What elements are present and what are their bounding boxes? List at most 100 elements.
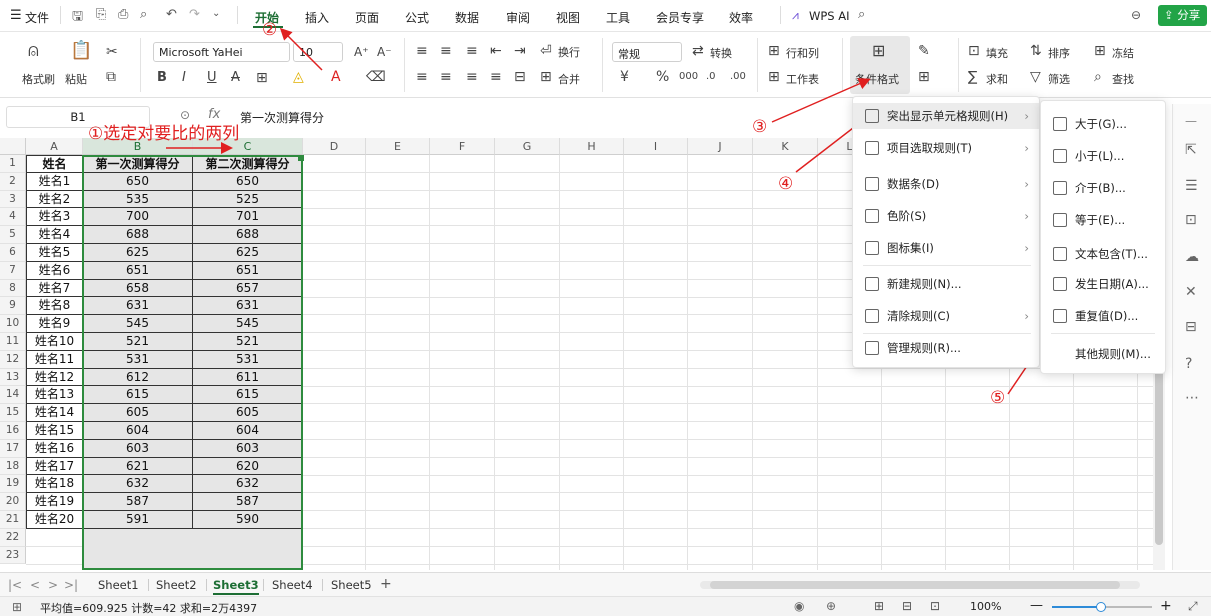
first-sheet-icon[interactable]: |< bbox=[8, 578, 22, 592]
align-right-icon[interactable]: ≡ bbox=[466, 70, 478, 84]
page-break-icon[interactable]: ⊡ bbox=[930, 599, 940, 613]
row-header[interactable]: 21 bbox=[0, 511, 26, 529]
italic-icon[interactable]: I bbox=[182, 71, 186, 85]
highlight-rule-item-2[interactable]: 介于(B)... bbox=[1041, 175, 1165, 201]
menu-tab-2[interactable]: 页面 bbox=[355, 9, 379, 26]
name-cell[interactable]: 姓名15 bbox=[26, 422, 83, 440]
score-cell[interactable]: 650 bbox=[83, 172, 193, 191]
highlight-rule-item-5[interactable]: 发生日期(A)... bbox=[1041, 271, 1165, 297]
column-header-J[interactable]: J bbox=[688, 138, 753, 155]
score-cell[interactable]: 591 bbox=[83, 511, 193, 529]
score-cell[interactable]: 651 bbox=[83, 261, 193, 280]
score-cell[interactable]: 525 bbox=[193, 190, 303, 209]
name-cell[interactable]: 姓名13 bbox=[26, 386, 83, 405]
row-header[interactable]: 16 bbox=[0, 422, 26, 440]
score-cell[interactable]: 587 bbox=[193, 493, 303, 511]
undo-icon[interactable]: ↶ bbox=[166, 7, 177, 22]
name-cell[interactable]: 姓名1 bbox=[26, 172, 83, 191]
name-cell[interactable]: 姓名10 bbox=[26, 333, 83, 351]
h-scrollbar-thumb[interactable] bbox=[710, 581, 1120, 589]
name-cell[interactable]: 姓名9 bbox=[26, 315, 83, 333]
fill-color-icon[interactable]: ◬ bbox=[293, 70, 304, 84]
font-name-select[interactable]: Microsoft YaHei bbox=[153, 42, 290, 62]
row-header[interactable]: 2 bbox=[0, 172, 26, 191]
name-cell[interactable]: 姓名5 bbox=[26, 244, 83, 262]
cond-menu-item-0[interactable]: 突出显示单元格规则(H) › bbox=[853, 103, 1039, 129]
align-top-icon[interactable]: ≡ bbox=[416, 44, 428, 58]
cond-menu-item-7[interactable]: 管理规则(R)... bbox=[853, 335, 1039, 361]
score-cell[interactable]: 688 bbox=[193, 226, 303, 244]
cond-menu-item-3[interactable]: 色阶(S) › bbox=[853, 203, 1039, 229]
score-cell[interactable]: 611 bbox=[193, 368, 303, 387]
fill-button[interactable]: 填充 bbox=[986, 45, 1008, 61]
score-cell[interactable]: 650 bbox=[193, 172, 303, 191]
sheet-tab-Sheet1[interactable]: Sheet1 bbox=[98, 578, 139, 592]
row-header[interactable]: 11 bbox=[0, 333, 26, 351]
ai-helper-icon[interactable]: ☁ bbox=[1185, 249, 1199, 265]
menu-tab-4[interactable]: 数据 bbox=[455, 9, 479, 26]
chevron-down-icon[interactable]: ⌄ bbox=[212, 8, 220, 19]
score-cell[interactable]: 531 bbox=[83, 350, 193, 369]
score-cell[interactable]: 631 bbox=[83, 297, 193, 316]
row-header[interactable]: 17 bbox=[0, 439, 26, 458]
cond-menu-item-4[interactable]: 图标集(I) › bbox=[853, 235, 1039, 261]
sum-icon[interactable]: ∑ bbox=[968, 70, 977, 84]
sheet-tab-Sheet4[interactable]: Sheet4 bbox=[272, 578, 313, 592]
row-header[interactable]: 22 bbox=[0, 528, 26, 547]
format-painter-label[interactable]: 格式刷 bbox=[22, 71, 55, 87]
cut-icon[interactable]: ✂ bbox=[106, 45, 118, 59]
find-button[interactable]: 查找 bbox=[1112, 71, 1134, 87]
freeze-button[interactable]: 冻结 bbox=[1112, 45, 1134, 61]
number-format-select[interactable]: 常规 bbox=[612, 42, 682, 62]
collab-icon[interactable]: ⊖ bbox=[1131, 8, 1141, 22]
paste-icon[interactable]: 📋 bbox=[70, 42, 92, 60]
page-layout-icon[interactable]: ⊟ bbox=[902, 599, 912, 613]
row-header[interactable]: 15 bbox=[0, 404, 26, 422]
thousands-icon[interactable]: 000 bbox=[679, 70, 698, 84]
header-cell[interactable]: 第二次测算得分 bbox=[193, 155, 303, 173]
score-cell[interactable]: 521 bbox=[193, 333, 303, 351]
column-header-G[interactable]: G bbox=[495, 138, 560, 155]
convert-icon[interactable]: ⇄ bbox=[692, 44, 704, 58]
fullscreen-icon[interactable]: ⤢ bbox=[1188, 599, 1198, 614]
sheet-tab-Sheet2[interactable]: Sheet2 bbox=[156, 578, 197, 592]
name-cell[interactable]: 姓名4 bbox=[26, 226, 83, 244]
save-icon[interactable]: 🖫 bbox=[72, 7, 83, 29]
highlight-rule-item-6[interactable]: 重复值(D)... bbox=[1041, 303, 1165, 329]
sheet-tab-Sheet3[interactable]: Sheet3 bbox=[213, 578, 259, 595]
score-cell[interactable]: 590 bbox=[193, 511, 303, 529]
column-header-K[interactable]: K bbox=[753, 138, 818, 155]
print-preview-icon[interactable]: ⌕ bbox=[140, 7, 147, 22]
score-cell[interactable]: 545 bbox=[193, 315, 303, 333]
sum-button[interactable]: 求和 bbox=[986, 71, 1008, 87]
worksheet-button[interactable]: 工作表 bbox=[786, 71, 819, 87]
paste-label[interactable]: 粘贴 bbox=[65, 71, 87, 87]
cond-menu-item-6[interactable]: 清除规则(C) › bbox=[853, 303, 1039, 329]
zoom-in-icon[interactable]: + bbox=[1160, 598, 1172, 614]
row-header[interactable]: 14 bbox=[0, 386, 26, 405]
highlight-rule-item-7[interactable]: 其他规则(M)... bbox=[1041, 341, 1165, 367]
last-sheet-icon[interactable]: >| bbox=[64, 578, 78, 592]
sort-icon[interactable]: ⇅ bbox=[1030, 44, 1042, 58]
score-cell[interactable]: 603 bbox=[193, 439, 303, 458]
font-color-icon[interactable]: A bbox=[331, 70, 341, 84]
name-cell[interactable]: 姓名14 bbox=[26, 404, 83, 422]
name-cell[interactable]: 姓名12 bbox=[26, 368, 83, 387]
zoom-level[interactable]: 100% bbox=[970, 600, 1001, 613]
justify-icon[interactable]: ≡ bbox=[490, 70, 502, 84]
score-cell[interactable]: 545 bbox=[83, 315, 193, 333]
row-header[interactable]: 20 bbox=[0, 493, 26, 511]
distribute-icon[interactable]: ⊟ bbox=[514, 70, 526, 84]
score-cell[interactable]: 605 bbox=[83, 404, 193, 422]
highlight-rule-item-0[interactable]: 大于(G)... bbox=[1041, 111, 1165, 137]
column-header-E[interactable]: E bbox=[366, 138, 430, 155]
row-header[interactable]: 18 bbox=[0, 457, 26, 476]
score-cell[interactable]: 620 bbox=[193, 457, 303, 476]
currency-icon[interactable]: ¥ bbox=[620, 70, 629, 84]
merge-icon[interactable]: ⊞ bbox=[540, 70, 552, 84]
column-header-I[interactable]: I bbox=[624, 138, 688, 155]
select-all-corner[interactable] bbox=[0, 138, 26, 155]
header-cell[interactable]: 第一次测算得分 bbox=[83, 155, 193, 173]
menu-tab-5[interactable]: 审阅 bbox=[506, 9, 530, 26]
properties-icon[interactable]: ⊡ bbox=[1185, 212, 1197, 228]
